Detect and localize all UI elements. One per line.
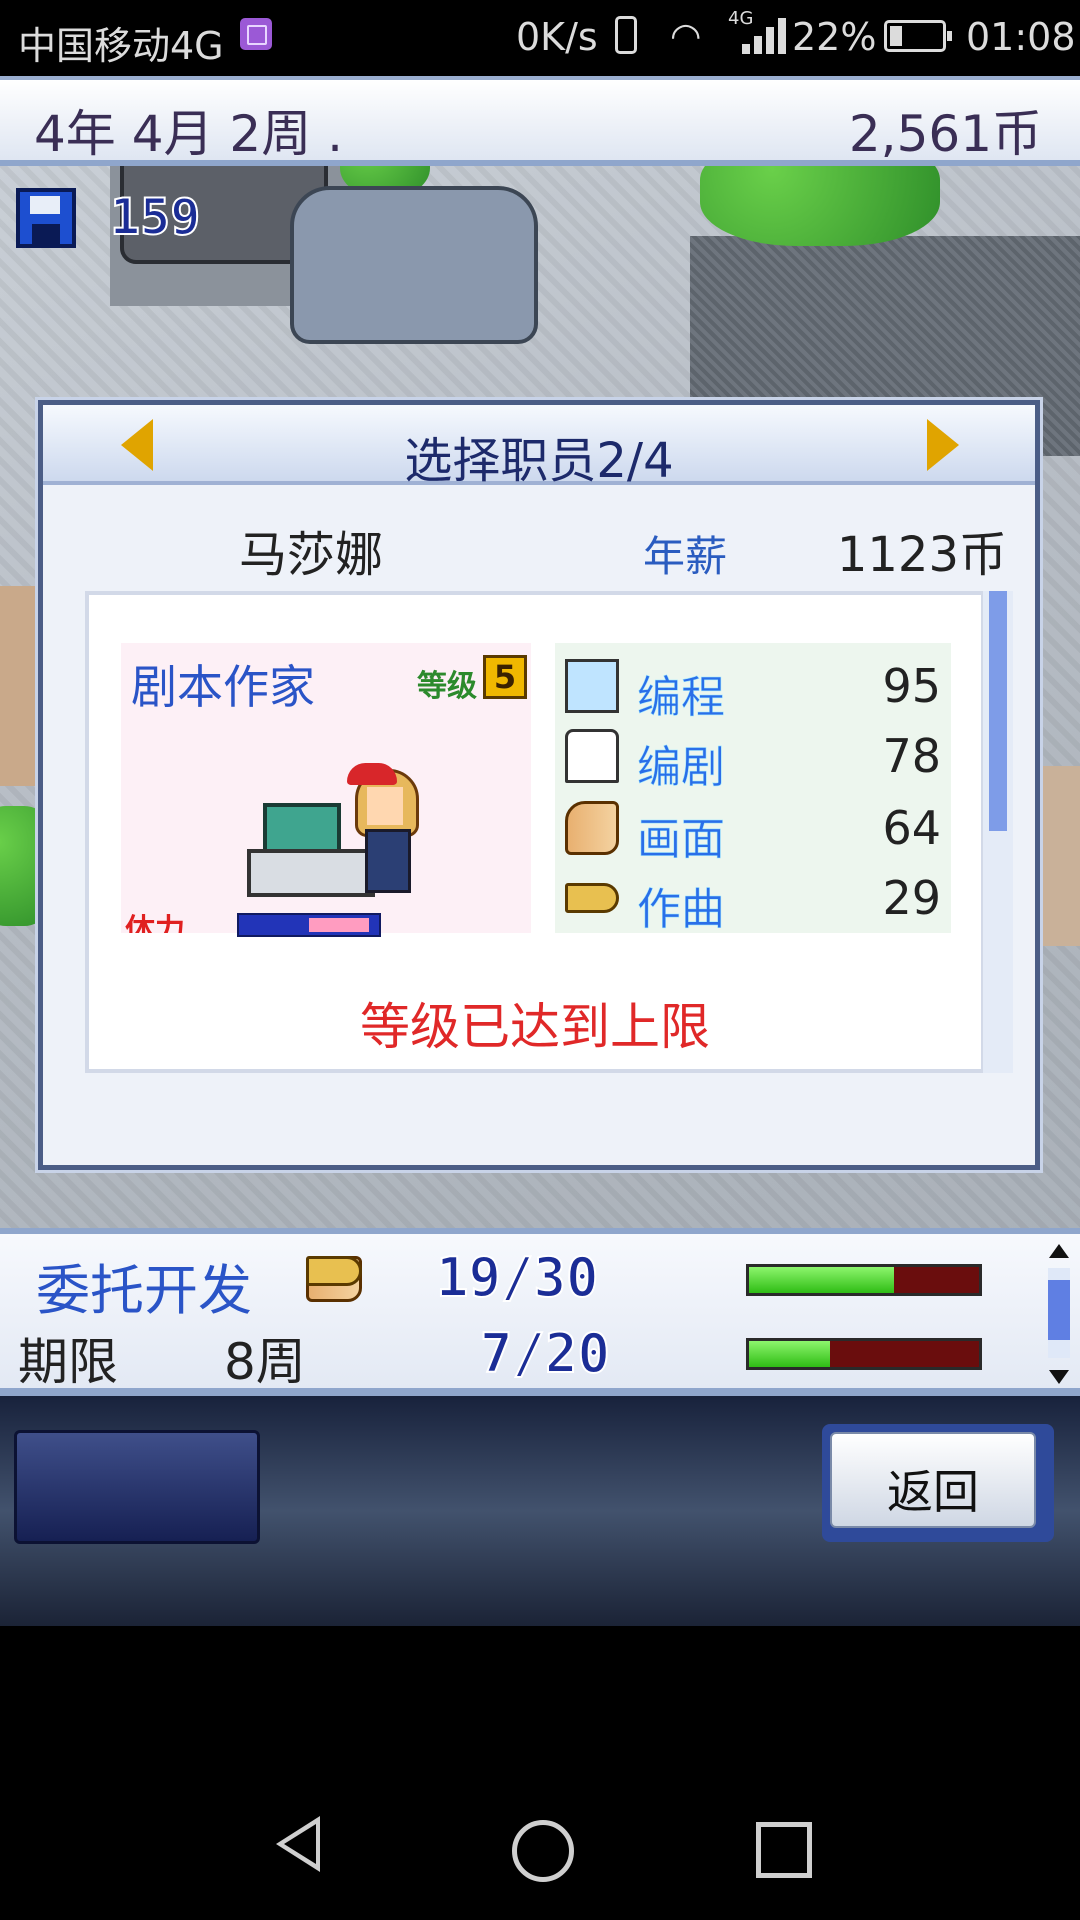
salary-label: 年薪 <box>643 532 728 581</box>
graphics-progress-fill <box>749 1267 894 1293</box>
desk-icon <box>247 849 375 897</box>
stat-row-sound: 作曲 29 <box>555 861 951 935</box>
job-title: 剧本作家 <box>131 660 315 714</box>
dialog-title: 选择职员2/4 <box>404 433 674 489</box>
network-speed: 0K/s <box>516 15 598 59</box>
clock: 01:08 <box>966 15 1076 59</box>
scrollbar-thumb[interactable] <box>989 591 1007 831</box>
stamina-bar <box>237 913 381 937</box>
level-badge: 5 <box>483 655 527 699</box>
game-screen[interactable]: 4年 4月 2周 . 2,561币 159 选择职员2/4 马莎娜 年薪 112… <box>0 76 1080 1626</box>
project-status-panel: 委托开发 期限 8周 19/30 7/20 <box>0 1228 1080 1396</box>
project-title: 委托开发 <box>36 1259 252 1322</box>
gallery-notification-icon <box>240 18 272 50</box>
music-progress-bar <box>746 1338 982 1370</box>
stat-value: 64 <box>882 801 941 855</box>
back-button-label: 返回 <box>887 1465 979 1519</box>
stat-name: 作曲 <box>637 884 726 936</box>
palette-icon <box>565 801 619 855</box>
stat-row-scenario: 编剧 78 <box>555 719 951 793</box>
battery-icon <box>884 20 952 52</box>
music-progress-text: 7/20 <box>479 1321 611 1386</box>
stat-name: 画面 <box>637 814 726 866</box>
wifi-icon: ◠ <box>670 16 702 57</box>
graphics-progress-text: 19/30 <box>435 1245 600 1310</box>
back-button[interactable]: 返回 <box>822 1424 1054 1542</box>
scroll-down-icon[interactable] <box>1049 1370 1069 1384</box>
next-staff-arrow-icon[interactable] <box>927 419 959 471</box>
stamina-label: 体力 <box>125 913 185 933</box>
salary-value: 1123币 <box>836 527 1007 583</box>
computer-icon <box>565 659 619 713</box>
status-bar: 中国移动4G 0K/s ◠ 4G 22% 01:08 <box>0 0 1080 76</box>
stamina-fill <box>309 918 369 932</box>
book-icon <box>565 729 619 783</box>
stat-name: 编剧 <box>637 742 726 794</box>
deadline-value: 8周 <box>224 1333 306 1391</box>
level-label: 等级 <box>417 669 477 704</box>
card-scrollbar[interactable] <box>983 591 1013 1073</box>
scroll-up-icon[interactable] <box>1049 1244 1069 1258</box>
staff-name: 马莎娜 <box>239 527 384 583</box>
money-amount: 2,561币 <box>848 105 1042 163</box>
staff-portrait-panel: 剧本作家 等级 5 体力 <box>121 643 531 937</box>
stat-row-programming: 编程 95 <box>555 649 951 723</box>
scrollbar-thumb[interactable] <box>1048 1280 1070 1340</box>
stat-value: 95 <box>882 659 941 713</box>
battery-percent: 22% <box>792 15 877 59</box>
trumpet-icon <box>565 883 619 913</box>
nav-recents-icon[interactable] <box>756 1822 812 1878</box>
select-staff-dialog: 选择职员2/4 马莎娜 年薪 1123币 剧本作家 等级 5 体力 编程 95 … <box>38 400 1040 1170</box>
fans-counter: 159 <box>109 187 201 247</box>
date-money-bar: 4年 4月 2周 . 2,561币 <box>0 76 1080 166</box>
nav-home-icon[interactable] <box>512 1820 574 1882</box>
menu-slot-button[interactable] <box>14 1430 260 1544</box>
vibrate-icon <box>615 16 637 54</box>
trumpet-icon <box>306 1256 362 1286</box>
staff-card[interactable]: 剧本作家 等级 5 体力 编程 95 编剧 78 画面 64 作曲 29 等级已… <box>85 591 985 1073</box>
deadline-label: 期限 <box>18 1333 118 1391</box>
skill-stats-panel: 编程 95 编剧 78 画面 64 作曲 29 <box>555 643 951 935</box>
dialog-header: 选择职员2/4 <box>43 405 1035 489</box>
signal-bars-icon <box>742 18 792 54</box>
save-disk-icon[interactable] <box>16 188 76 248</box>
game-date: 4年 4月 2周 . <box>34 105 344 163</box>
nav-back-icon[interactable] <box>276 1816 320 1872</box>
stat-row-graphics: 画面 64 <box>555 791 951 865</box>
carrier-label: 中国移动4G <box>18 24 224 68</box>
graphics-progress-bar <box>746 1264 982 1296</box>
stat-value: 29 <box>882 871 941 925</box>
level-max-message: 等级已达到上限 <box>360 998 710 1056</box>
control-bar: 返回 <box>0 1396 1080 1626</box>
music-progress-fill <box>749 1341 830 1367</box>
stat-name: 编程 <box>637 672 726 724</box>
project-scrollbar[interactable] <box>1046 1244 1072 1384</box>
stat-value: 78 <box>882 729 941 783</box>
